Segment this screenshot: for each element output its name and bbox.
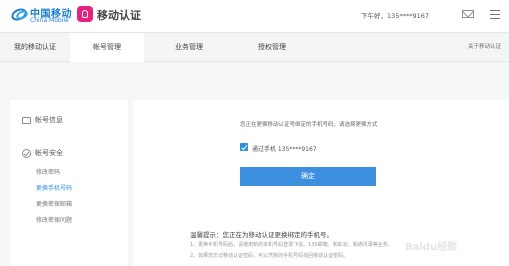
main-nav: 我的移动认证 帐号管理 业务管理 授权管理 关于移动认证 — [0, 32, 509, 62]
tip-line: 1、更换手机号码后，请使用新的本机号码登录飞信、139邮箱、和彩云、和通讯录等业… — [190, 242, 393, 248]
phone-option-checkbox[interactable] — [240, 143, 248, 151]
sidebar-link-change-phone[interactable]: 更换手机号码 — [36, 183, 72, 192]
phone-option-label[interactable]: 通过手机 135****9167 — [252, 144, 317, 153]
baidu-watermark: Baidu经验 — [405, 242, 458, 253]
mail-icon[interactable] — [462, 10, 474, 18]
app-title: 移动认证 — [97, 9, 141, 22]
confirm-button[interactable]: 确定 — [240, 167, 376, 186]
shield-check-icon — [22, 148, 31, 158]
sidebar-item-account-info[interactable]: 帐号信息 — [22, 115, 63, 125]
tab-account-management[interactable]: 帐号管理 — [70, 33, 144, 62]
document-icon — [22, 116, 31, 124]
sidebar-link-change-email[interactable]: 更换密保邮箱 — [36, 199, 72, 208]
tab-business-management[interactable]: 业务管理 — [152, 33, 226, 62]
sidebar-item-account-security[interactable]: 帐号安全 — [22, 148, 63, 158]
tab-my-auth[interactable]: 我的移动认证 — [0, 33, 70, 62]
sidebar-link-change-security-question[interactable]: 修改密保问题 — [36, 215, 72, 224]
tip-line: 2、如果您忘记移动认证密码，可以凭新的手机号码找回移动认证密码。 — [190, 253, 349, 259]
sidebar-item-label: 帐号安全 — [35, 149, 63, 157]
tab-authorization-management[interactable]: 授权管理 — [235, 33, 309, 62]
menu-icon[interactable] — [490, 10, 500, 19]
sidebar-link-change-password[interactable]: 修改密码 — [36, 167, 60, 176]
change-method-hint: 您正在更换移动认证号绑定的手机号码，请选择更换方式 — [240, 122, 378, 128]
sidebar-item-label: 帐号信息 — [35, 116, 63, 124]
about-link[interactable]: 关于移动认证 — [468, 33, 501, 61]
user-greeting[interactable]: 下午好，135****9167 — [361, 10, 429, 20]
top-header: 中国移动 China Mobile 移动认证 下午好，135****9167 — [0, 0, 509, 32]
mobile-auth-app-icon — [77, 6, 93, 22]
tips-title: 温馨提示：您正在为移动认证更换绑定的手机号。 — [190, 231, 333, 239]
brand-name-en[interactable]: China Mobile — [30, 17, 69, 24]
